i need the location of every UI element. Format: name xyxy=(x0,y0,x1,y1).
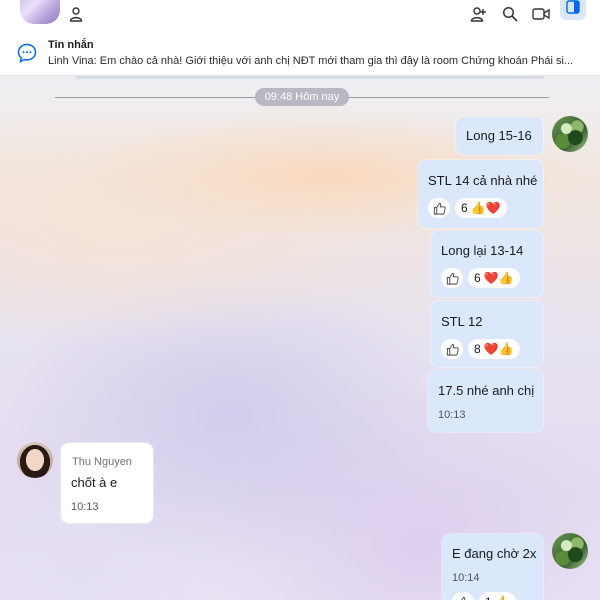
add-member-icon[interactable] xyxy=(468,4,488,24)
like-reaction-icon[interactable] xyxy=(452,592,474,600)
avatar[interactable] xyxy=(552,116,588,152)
reaction-count: 6 xyxy=(474,271,481,285)
message-text: chốt à e xyxy=(71,475,118,490)
message-bubble-icon xyxy=(16,42,38,64)
reaction-emojis: ❤️👍 xyxy=(483,342,514,356)
like-reaction-icon[interactable] xyxy=(441,339,463,359)
message-bubble[interactable]: 17.5 nhé anh chị 10:13 xyxy=(428,370,543,432)
message-bubble[interactable]: E đang chờ 2x 10:14 1 👍 xyxy=(442,534,543,600)
message-text: 17.5 nhé anh chị xyxy=(438,383,535,398)
like-reaction-icon[interactable] xyxy=(428,198,450,218)
person-icon[interactable] xyxy=(66,4,86,24)
message-bubble[interactable]: Thu Nguyen chốt à e 10:13 xyxy=(61,443,153,523)
message-bubble[interactable]: STL 12 8 ❤️👍 xyxy=(431,301,543,367)
message-bubble[interactable]: STL 14 cả nhà nhé 6 👍❤️ xyxy=(418,160,543,228)
message-time: 10:14 xyxy=(452,572,480,584)
like-reaction-icon[interactable] xyxy=(441,268,463,288)
avatar[interactable] xyxy=(17,442,53,478)
reaction-summary[interactable]: 6 👍❤️ xyxy=(455,198,507,218)
message-time: 10:13 xyxy=(71,501,99,513)
pinned-text: Linh Vina: Em chào cả nhà! Giới thiệu vớ… xyxy=(48,55,574,67)
reaction-emojis: ❤️👍 xyxy=(483,271,514,285)
pinned-title: Tin nhắn xyxy=(48,39,94,51)
reaction-emojis: 👍❤️ xyxy=(470,201,501,215)
message-text: STL 12 xyxy=(441,314,483,329)
reaction-count: 8 xyxy=(474,342,481,356)
sender-name: Thu Nguyen xyxy=(72,456,132,468)
chat-header xyxy=(0,0,600,30)
pinned-message[interactable]: Tin nhắn Linh Vina: Em chào cả nhà! Giới… xyxy=(0,30,600,76)
reaction-count: 1 xyxy=(485,595,492,600)
reaction-count: 6 xyxy=(461,201,468,215)
reaction-emojis: 👍 xyxy=(495,595,510,600)
pinned-shadow xyxy=(75,76,545,79)
video-call-icon[interactable] xyxy=(531,4,551,24)
side-panel-icon[interactable] xyxy=(560,0,586,20)
message-bubble[interactable]: Long lại 13-14 6 ❤️👍 xyxy=(431,231,543,297)
message-text: Long lại 13-14 xyxy=(441,243,524,258)
reaction-summary[interactable]: 6 ❤️👍 xyxy=(468,268,520,288)
avatar[interactable] xyxy=(552,533,588,569)
message-text: Long 15-16 xyxy=(466,128,532,143)
message-text: STL 14 cả nhà nhé xyxy=(428,173,538,188)
message-time: 10:13 xyxy=(438,409,466,421)
group-avatar[interactable] xyxy=(20,0,60,24)
search-icon[interactable] xyxy=(500,4,520,24)
reaction-summary[interactable]: 1 👍 xyxy=(479,592,516,600)
message-text: E đang chờ 2x xyxy=(452,546,537,561)
message-bubble[interactable]: Long 15-16 xyxy=(456,117,543,155)
reaction-summary[interactable]: 8 ❤️👍 xyxy=(468,339,520,359)
date-divider: 09:48 Hôm nay xyxy=(255,88,349,106)
